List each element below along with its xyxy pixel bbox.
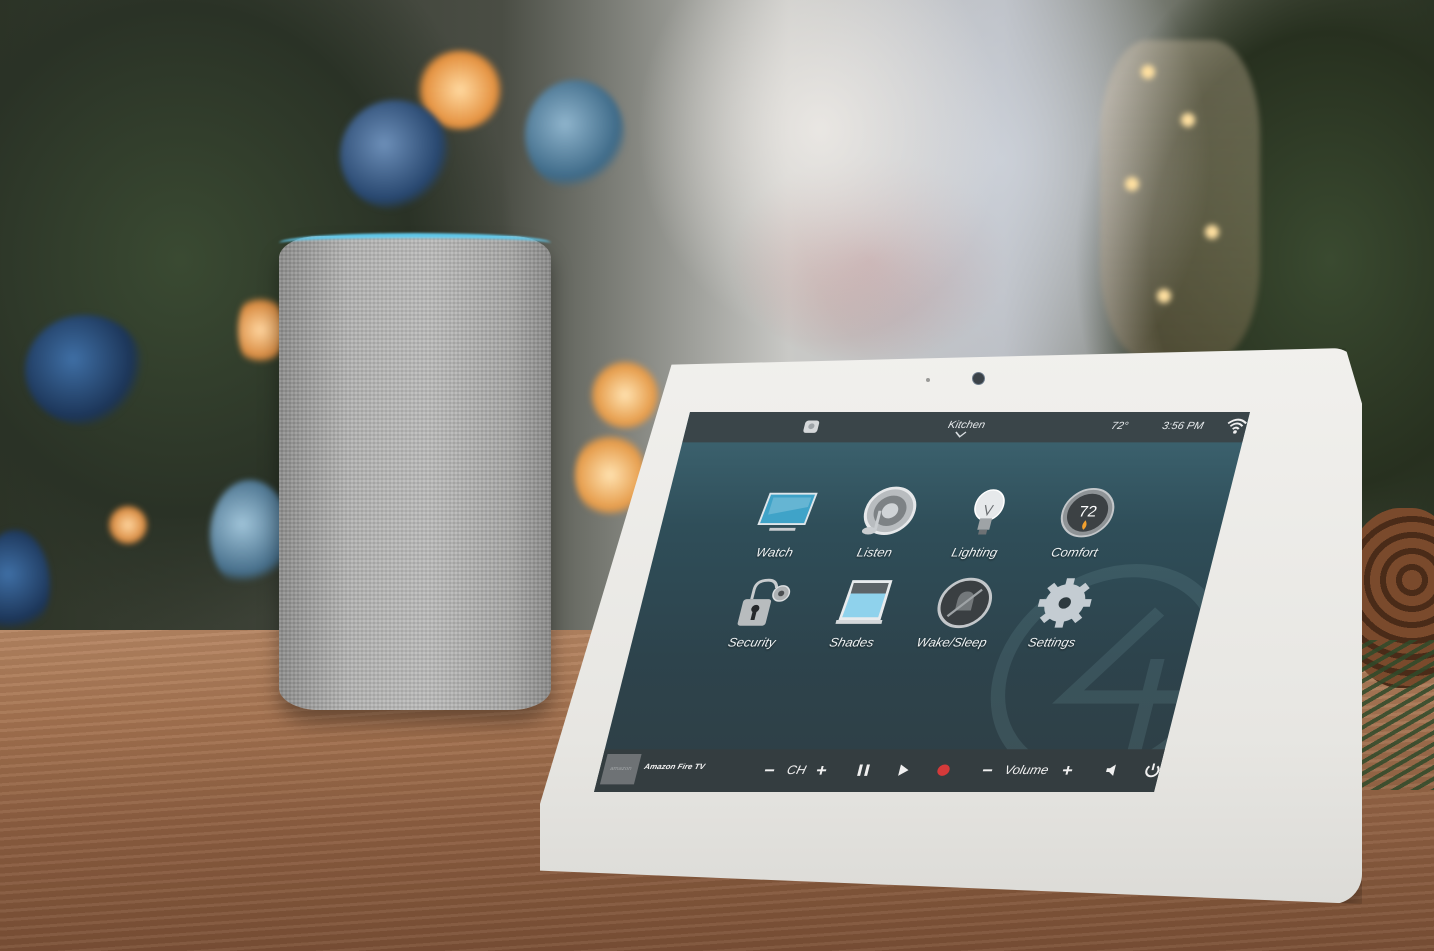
speaker-light-ring [279, 233, 551, 253]
pause-icon[interactable] [853, 759, 875, 782]
speaker-music-icon [861, 486, 917, 536]
record-icon[interactable] [933, 759, 955, 782]
bell-muted-icon [937, 577, 993, 629]
volume-label: Volume [1003, 762, 1051, 777]
padlock-camera-icon [737, 578, 791, 626]
channel-down-button[interactable]: − [759, 759, 781, 782]
gear-icon [1037, 578, 1092, 628]
camera-icon [973, 373, 984, 384]
bokeh-light [238, 290, 283, 370]
tile-comfort[interactable]: 72 Comfort [1020, 486, 1142, 571]
tile-label: Lighting [950, 545, 1000, 560]
touch-screen: Kitchen 72° 3:56 PM Watch Listen Lightin… [594, 412, 1250, 792]
ornament [210, 480, 290, 590]
touch-panel: Kitchen 72° 3:56 PM Watch Listen Lightin… [540, 348, 1362, 904]
bokeh-light [108, 505, 148, 545]
tile-label: Settings [1026, 635, 1078, 650]
light-sensor [926, 378, 930, 382]
tile-label: Security [726, 635, 778, 650]
media-control-bar: amazon Amazon Fire TV − CH + − Volume + [594, 749, 1205, 792]
tile-label: Listen [855, 545, 894, 560]
source-name: Amazon Fire TV [643, 762, 706, 772]
tile-label: Wake/Sleep [915, 635, 989, 650]
tv-icon [757, 492, 818, 531]
string-lights [1100, 40, 1260, 360]
mute-icon[interactable] [1101, 759, 1123, 782]
channel-up-button[interactable]: + [811, 759, 833, 782]
channel-label: CH [785, 762, 808, 777]
volume-down-button[interactable]: − [977, 759, 999, 782]
ornament [25, 315, 145, 425]
light-bulb-icon [974, 489, 1005, 535]
tile-label: Comfort [1049, 545, 1100, 560]
photo-scene: Kitchen 72° 3:56 PM Watch Listen Lightin… [0, 0, 1434, 951]
status-bar: Kitchen 72° 3:56 PM [682, 412, 1250, 443]
tile-label: Watch [754, 545, 795, 560]
thermostat-icon: 72 [1060, 488, 1115, 538]
ornament [525, 80, 625, 190]
volume-up-button[interactable]: + [1057, 759, 1079, 782]
window-shade-icon [835, 580, 893, 624]
clock: 3:56 PM [1160, 420, 1205, 432]
play-icon[interactable] [893, 759, 915, 782]
tile-label: Shades [827, 635, 876, 650]
smart-speaker [279, 236, 551, 710]
temperature-readout: 72° [1109, 420, 1130, 432]
ornament [340, 100, 450, 210]
source-thumbnail[interactable]: amazon [599, 754, 642, 785]
chevron-down-icon[interactable] [953, 431, 967, 439]
